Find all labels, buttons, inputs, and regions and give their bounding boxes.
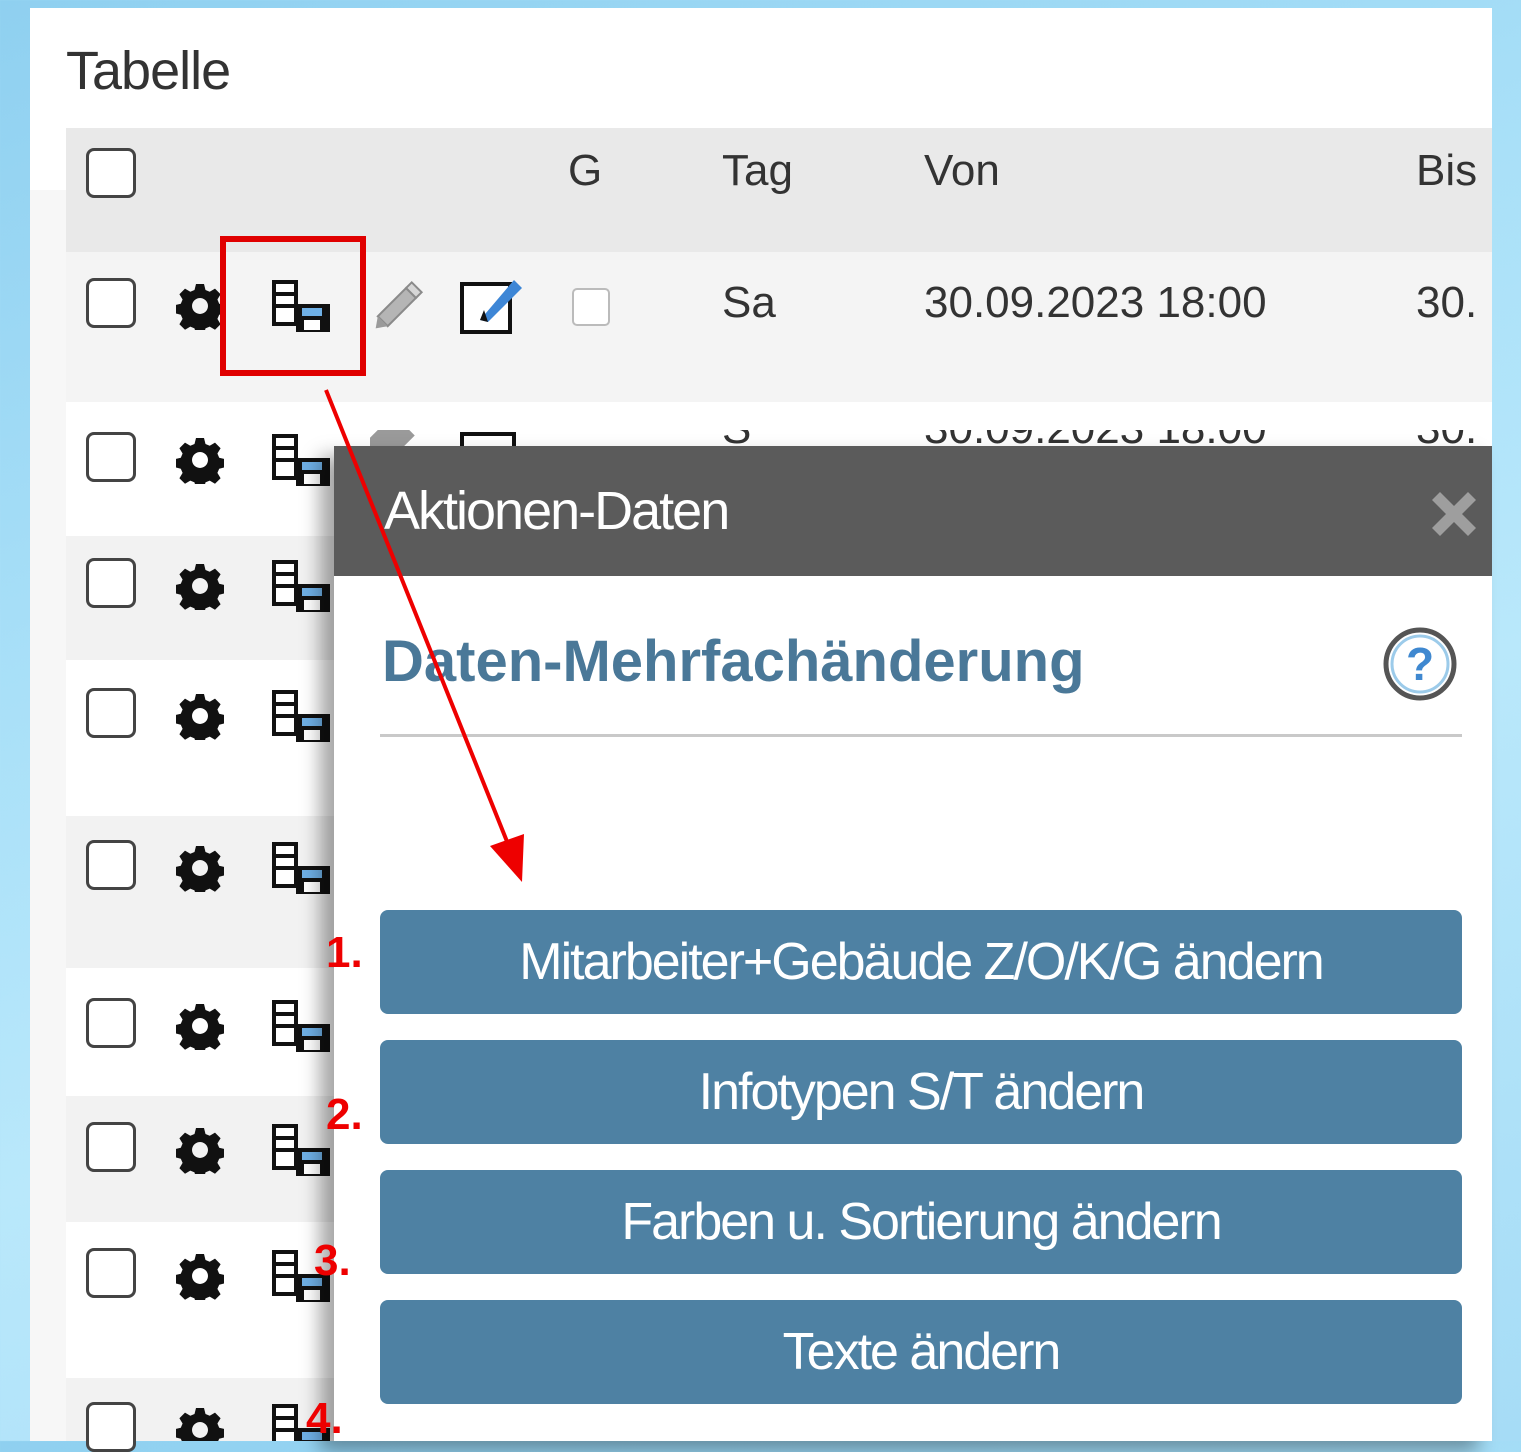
step-number-1: 1. <box>326 928 363 977</box>
step-number-2: 2. <box>326 1090 363 1139</box>
step-number-4: 4. <box>306 1394 343 1443</box>
annotation-arrow <box>324 389 524 882</box>
step-number-3: 3. <box>314 1236 351 1285</box>
